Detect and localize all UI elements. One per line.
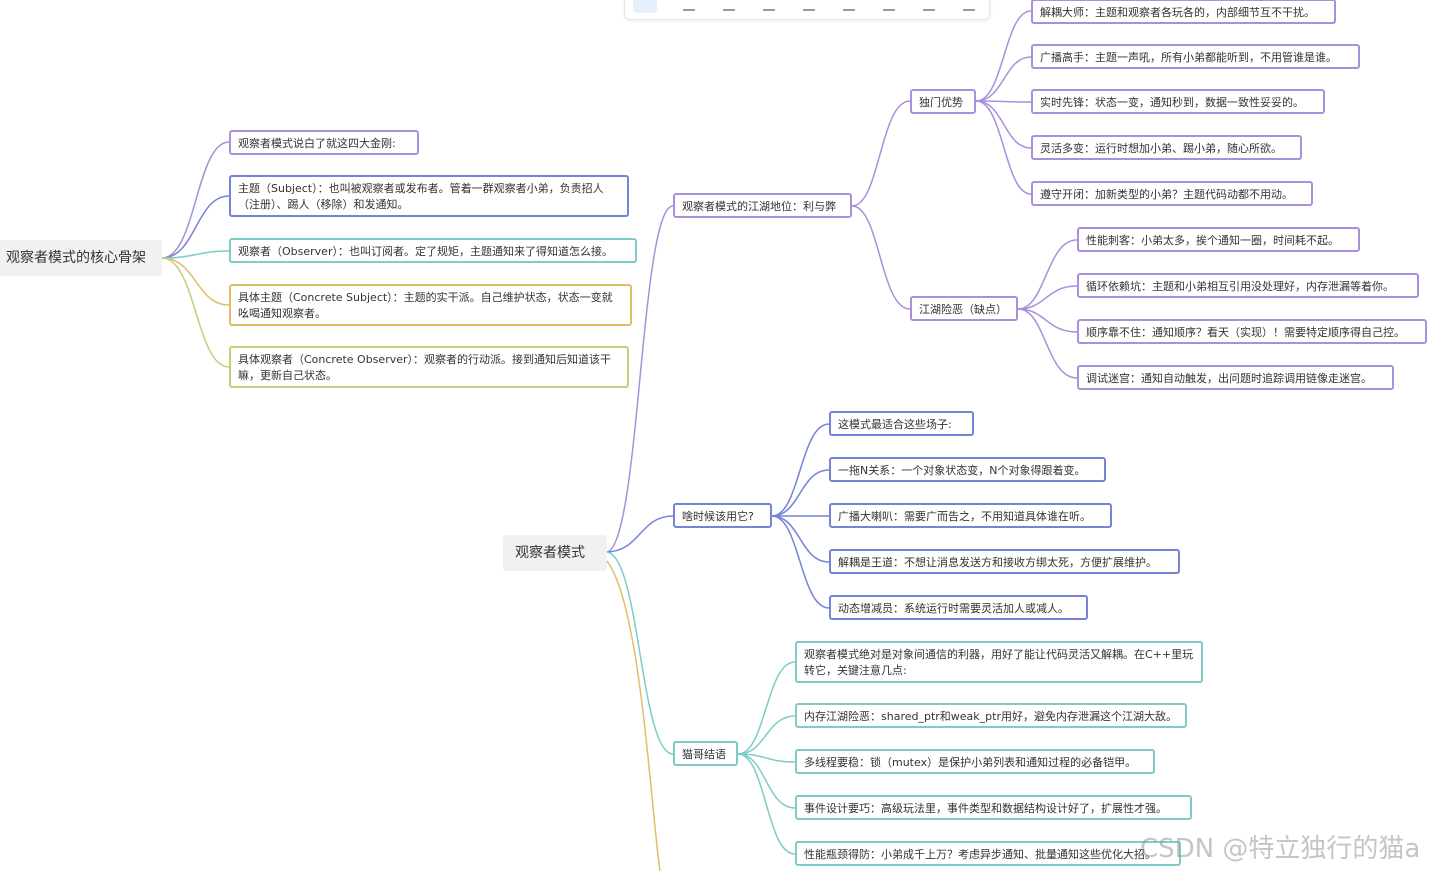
cons-item[interactable]: 性能刺客：小弟太多，挨个通知一圈，时间耗不起。 [1077,227,1360,252]
link-central-summary [605,551,674,755]
summary-item[interactable]: 内存江湖险恶：shared_ptr和weak_ptr用好，避免内存泄漏这个江湖大… [795,703,1187,728]
left-child-observer[interactable]: 观察者（Observer）：也叫订阅者。定了规矩，主题通知来了得知道怎么接。 [229,238,637,263]
branch-when[interactable]: 啥时候该用它? [673,503,772,528]
branch-status-cons[interactable]: 江湖险恶（缺点） [910,296,1018,321]
branch-status-pros[interactable]: 独门优势 [910,89,976,114]
summary-item[interactable]: 性能瓶颈得防：小弟成千上万？考虑异步通知、批量通知这些优化大招。 [795,841,1181,866]
when-item[interactable]: 广播大喇叭：需要广而告之，不用知道具体谁在听。 [829,503,1112,528]
csdn-watermark: CSDN @特立独行的猫a [1140,834,1421,864]
pros-item[interactable]: 遵守开闭：加新类型的小弟？主题代码动都不用动。 [1031,181,1313,206]
branch-status[interactable]: 观察者模式的江湖地位：利与弊 [673,193,852,218]
when-item[interactable]: 动态增减员：系统运行时需要灵活加人或减人。 [829,595,1088,620]
cons-item[interactable]: 顺序靠不住：通知顺序？看天（实现）！需要特定顺序得自己控。 [1077,319,1427,344]
summary-item[interactable]: 观察者模式绝对是对象间通信的利器，用好了能让代码灵活又解耦。在C++里玩转它，关… [795,641,1203,683]
when-item[interactable]: 解耦是王道：不想让消息发送方和接收方绑太死，方便扩展维护。 [829,549,1180,574]
mindmap-canvas: 观察者模式 观察者模式的核心骨架 观察者模式说白了就这四大金刚: 主题（Subj… [0,0,1429,871]
summary-item[interactable]: 多线程要稳：锁（mutex）是保护小弟列表和通知过程的必备铠甲。 [795,749,1155,774]
central-topic[interactable]: 观察者模式 [503,535,607,571]
when-item[interactable]: 这模式最适合这些场子: [829,411,974,436]
summary-item[interactable]: 事件设计要巧：高级玩法里，事件类型和数据结构设计好了，扩展性才强。 [795,795,1192,820]
left-main-topic[interactable]: 观察者模式的核心骨架 [0,240,162,276]
cons-item[interactable]: 循环依赖坑：主题和小弟相互引用没处理好，内存泄漏等着你。 [1077,273,1419,298]
pros-item[interactable]: 解耦大师：主题和观察者各玩各的，内部细节互不干扰。 [1031,0,1336,24]
pros-item[interactable]: 广播高手：主题一声吼，所有小弟都能听到，不用管谁是谁。 [1031,44,1360,69]
left-child-concrete-subject[interactable]: 具体主题（Concrete Subject）：主题的实干派。自己维护状态，状态一… [229,284,632,326]
left-child-intro[interactable]: 观察者模式说白了就这四大金刚: [229,130,419,155]
cons-item[interactable]: 调试迷宫：通知自动触发，出问题时追踪调用链像走迷宫。 [1077,365,1394,390]
branch-summary[interactable]: 猫哥结语 [673,741,738,766]
pros-item[interactable]: 灵活多变：运行时想加小弟、踢小弟，随心所欲。 [1031,135,1302,160]
left-child-concrete-observer[interactable]: 具体观察者（Concrete Observer）：观察者的行动派。接到通知后知道… [229,346,629,388]
when-item[interactable]: 一拖N关系：一个对象状态变，N个对象得跟着变。 [829,457,1106,482]
link-central-when [605,515,674,553]
pros-item[interactable]: 实时先锋：状态一变，通知秒到，数据一致性妥妥的。 [1031,89,1325,114]
left-child-subject[interactable]: 主题（Subject）：也叫被观察者或发布者。管着一群观察者小弟，负责招人（注册… [229,175,629,217]
